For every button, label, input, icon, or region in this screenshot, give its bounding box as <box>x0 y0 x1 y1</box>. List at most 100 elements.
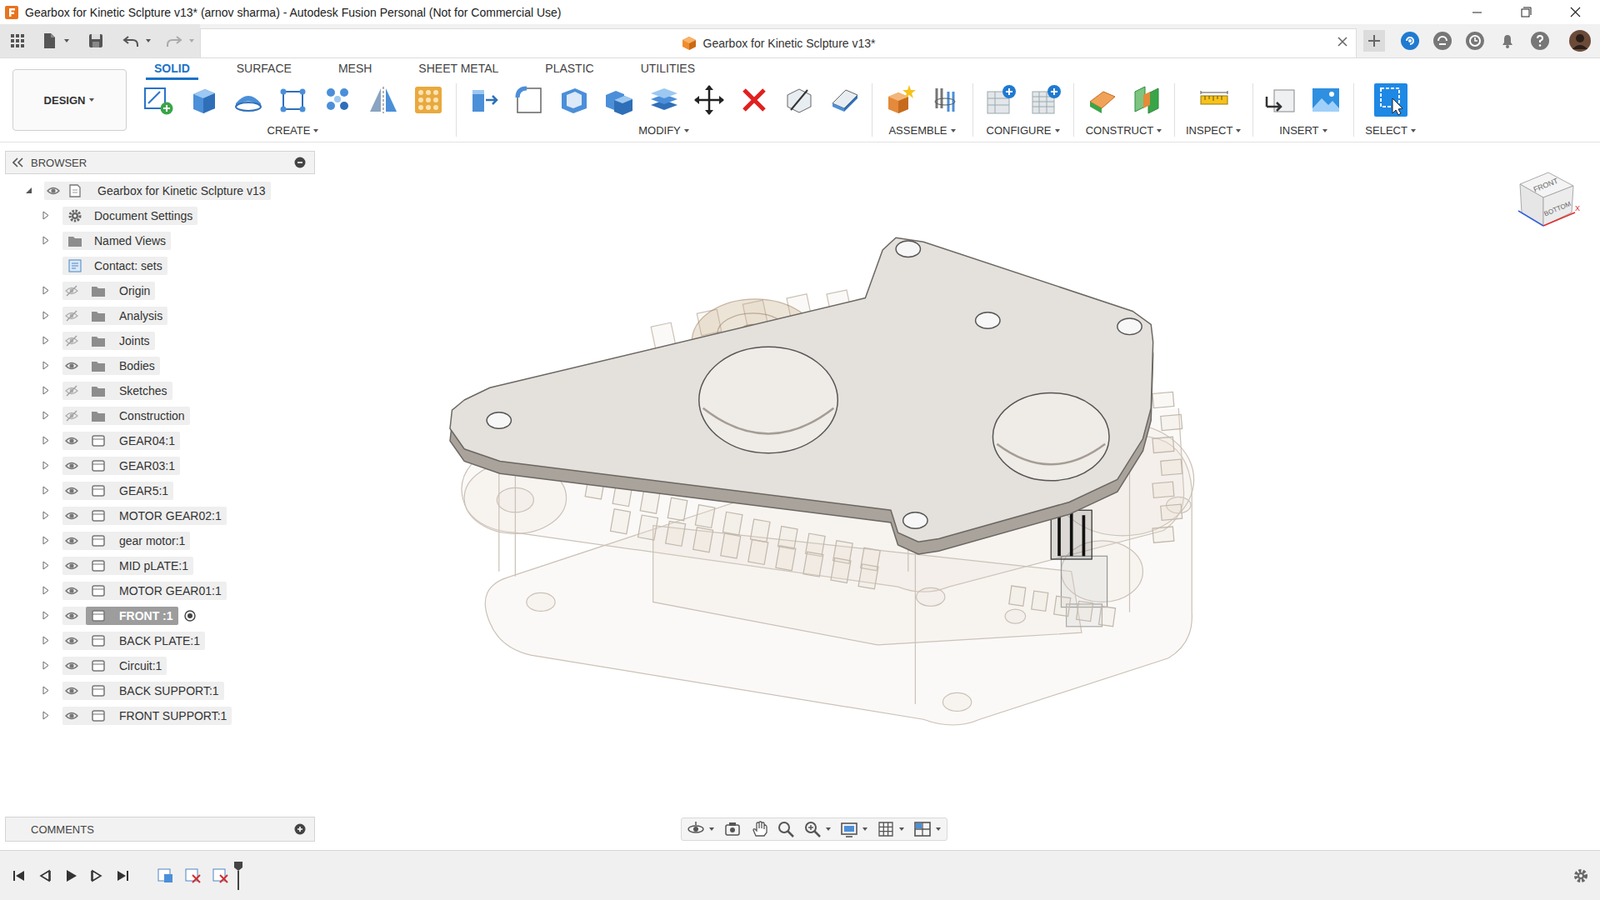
data-panel-icon[interactable] <box>8 31 27 50</box>
expand-arrow-icon[interactable] <box>38 235 52 246</box>
grid-snaps-icon[interactable] <box>876 820 895 839</box>
activate-slot[interactable] <box>185 434 199 448</box>
browser-item[interactable]: Named Views <box>5 228 315 254</box>
zoom-icon[interactable] <box>776 820 795 839</box>
midplane-icon[interactable] <box>1130 83 1164 117</box>
display-settings-icon[interactable] <box>840 820 859 839</box>
browser-item[interactable]: FRONT :1 <box>5 603 315 629</box>
revolve-icon[interactable] <box>231 83 265 117</box>
tool-group-menu[interactable]: CONSTRUCT <box>1085 124 1164 137</box>
sweep-icon[interactable] <box>276 83 310 117</box>
expand-arrow-icon[interactable] <box>38 535 52 546</box>
visibility-eye-icon[interactable] <box>44 181 63 200</box>
eye-hidden-icon[interactable] <box>62 381 81 400</box>
viewports-icon[interactable] <box>913 820 932 839</box>
close-tab-icon[interactable] <box>1335 35 1350 49</box>
help-icon[interactable] <box>1529 30 1551 52</box>
model-canvas[interactable] <box>319 142 1600 850</box>
activate-slot[interactable] <box>172 309 186 323</box>
joint-icon[interactable] <box>928 83 962 117</box>
browser-item[interactable]: Document Settings <box>5 203 315 229</box>
browser-item[interactable]: Construction <box>5 403 315 429</box>
comments-panel[interactable]: COMMENTS <box>5 816 315 842</box>
move-copy-icon[interactable] <box>692 83 726 117</box>
insert-derive-icon[interactable] <box>1264 83 1298 117</box>
activate-slot[interactable] <box>229 684 243 698</box>
dropdown-caret-icon[interactable] <box>950 127 957 135</box>
viewcube[interactable]: FRONTBOTTOMX <box>1505 160 1582 238</box>
minimize-panel-icon[interactable] <box>294 156 306 169</box>
tool-group-menu[interactable]: INSERT <box>1279 124 1328 137</box>
expand-arrow-icon[interactable] <box>38 460 52 471</box>
browser-item[interactable]: GEAR03:1 <box>5 453 315 479</box>
activate-slot[interactable] <box>198 559 212 573</box>
profile-avatar-icon[interactable] <box>1568 29 1592 53</box>
workspace-caret-icon[interactable] <box>88 96 95 104</box>
ribbon-tab[interactable]: SURFACE <box>228 60 300 80</box>
browser-item[interactable]: GEAR5:1 <box>5 478 315 504</box>
eye-icon[interactable] <box>62 556 81 575</box>
dropdown-caret-icon[interactable] <box>1410 127 1417 135</box>
configure-rows-icon[interactable] <box>1029 83 1063 117</box>
expand-arrow-icon[interactable] <box>38 685 52 696</box>
expand-arrow-icon[interactable] <box>38 385 52 396</box>
browser-item[interactable]: FRONT SUPPORT:1 <box>5 703 315 729</box>
redo-caret-icon[interactable] <box>188 37 195 45</box>
browser-item[interactable]: GEAR04:1 <box>5 428 315 454</box>
expand-arrow-icon[interactable] <box>38 310 52 321</box>
zoom-caret-icon[interactable] <box>825 825 832 833</box>
eye-hidden-icon[interactable] <box>62 331 81 350</box>
tool-group-menu[interactable]: CONFIGURE <box>986 124 1061 137</box>
dropdown-caret-icon[interactable] <box>683 127 690 135</box>
look-at-icon[interactable] <box>723 820 742 839</box>
activate-slot[interactable] <box>160 284 174 298</box>
browser-item[interactable]: BACK SUPPORT:1 <box>5 678 315 704</box>
expand-arrow-icon[interactable] <box>38 360 52 371</box>
fit-zoom-icon[interactable] <box>803 820 822 839</box>
eye-hidden-icon[interactable] <box>62 406 81 425</box>
browser-item[interactable]: Bodies <box>5 353 315 379</box>
create-form-icon[interactable] <box>411 83 445 117</box>
extrude-icon[interactable] <box>186 83 220 117</box>
tool-group-menu[interactable]: MODIFY <box>638 124 690 137</box>
browser-item[interactable]: Analysis <box>5 303 315 329</box>
expand-arrow-icon[interactable] <box>38 485 52 496</box>
new-tab-icon[interactable] <box>1363 30 1385 52</box>
activate-slot[interactable] <box>202 209 216 223</box>
ribbon-tab[interactable]: UTILITIES <box>632 60 704 80</box>
undo-icon[interactable] <box>121 31 140 50</box>
expand-arrow-icon[interactable] <box>38 610 52 621</box>
activate-slot[interactable] <box>165 359 179 373</box>
ribbon-tab[interactable]: MESH <box>330 60 380 80</box>
expand-arrow-icon[interactable] <box>38 635 52 646</box>
expand-arrow-icon[interactable] <box>38 410 52 421</box>
history-icon[interactable] <box>1464 30 1486 52</box>
insert-canvas-icon[interactable] <box>1309 83 1343 117</box>
orbit-icon[interactable] <box>686 820 705 839</box>
orbit-caret-icon[interactable] <box>708 825 715 833</box>
expand-arrow-icon[interactable] <box>38 335 52 346</box>
eye-icon[interactable] <box>62 606 81 625</box>
tool-group-menu[interactable]: SELECT <box>1365 124 1417 137</box>
viewcube-axis-label[interactable]: X <box>1575 204 1580 213</box>
dropdown-caret-icon[interactable] <box>1054 127 1061 135</box>
activate-slot[interactable] <box>172 259 186 273</box>
file-menu-caret-icon[interactable] <box>63 37 70 45</box>
restore-icon[interactable] <box>1501 0 1551 25</box>
expand-arrow-icon[interactable] <box>38 510 52 521</box>
go-to-end-icon[interactable] <box>113 866 132 885</box>
workspace-switcher[interactable]: DESIGN <box>12 69 127 131</box>
new-component-icon[interactable] <box>883 83 917 117</box>
expand-arrow-icon[interactable] <box>38 560 52 571</box>
redo-icon[interactable] <box>165 31 184 50</box>
eye-icon[interactable] <box>62 706 81 725</box>
display-caret-icon[interactable] <box>861 825 869 833</box>
pan-hand-icon[interactable] <box>750 820 769 839</box>
activate-slot[interactable] <box>231 584 245 598</box>
play-icon[interactable] <box>61 866 80 885</box>
ribbon-tab[interactable]: SOLID <box>145 60 199 80</box>
timeline-feature-icon[interactable] <box>210 865 231 886</box>
grid-caret-icon[interactable] <box>898 825 905 833</box>
browser-item[interactable]: gear motor:1 <box>5 528 315 554</box>
expand-arrow-icon[interactable] <box>38 210 52 221</box>
